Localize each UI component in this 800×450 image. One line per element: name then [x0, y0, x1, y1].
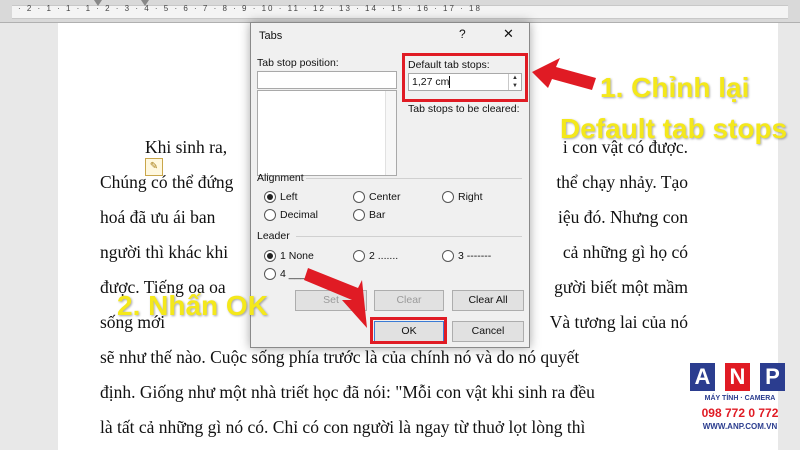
logo-website: WWW.ANP.COM.VN	[702, 422, 778, 431]
callout-step1-line2: Default tab stops	[560, 113, 788, 144]
logo-letter-p: P	[760, 363, 785, 391]
logo-phone: 098 772 0 772	[701, 406, 779, 420]
logo-letter-n: N	[725, 363, 750, 391]
anp-logo: A N P MÁY TÍNH · CAMERA 098 772 0 772 WW…	[690, 363, 790, 445]
logo-tagline: MÁY TÍNH · CAMERA	[704, 395, 776, 402]
annotation-arrows	[304, 58, 596, 328]
arrow-to-default-tab-stops	[532, 58, 596, 90]
callout-step2: 2. Nhấn OK	[117, 290, 268, 321]
arrow-to-ok-button	[304, 268, 367, 328]
callout-step1-line1: 1. Chỉnh lại	[600, 72, 750, 103]
logo-letter-a: A	[690, 363, 715, 391]
